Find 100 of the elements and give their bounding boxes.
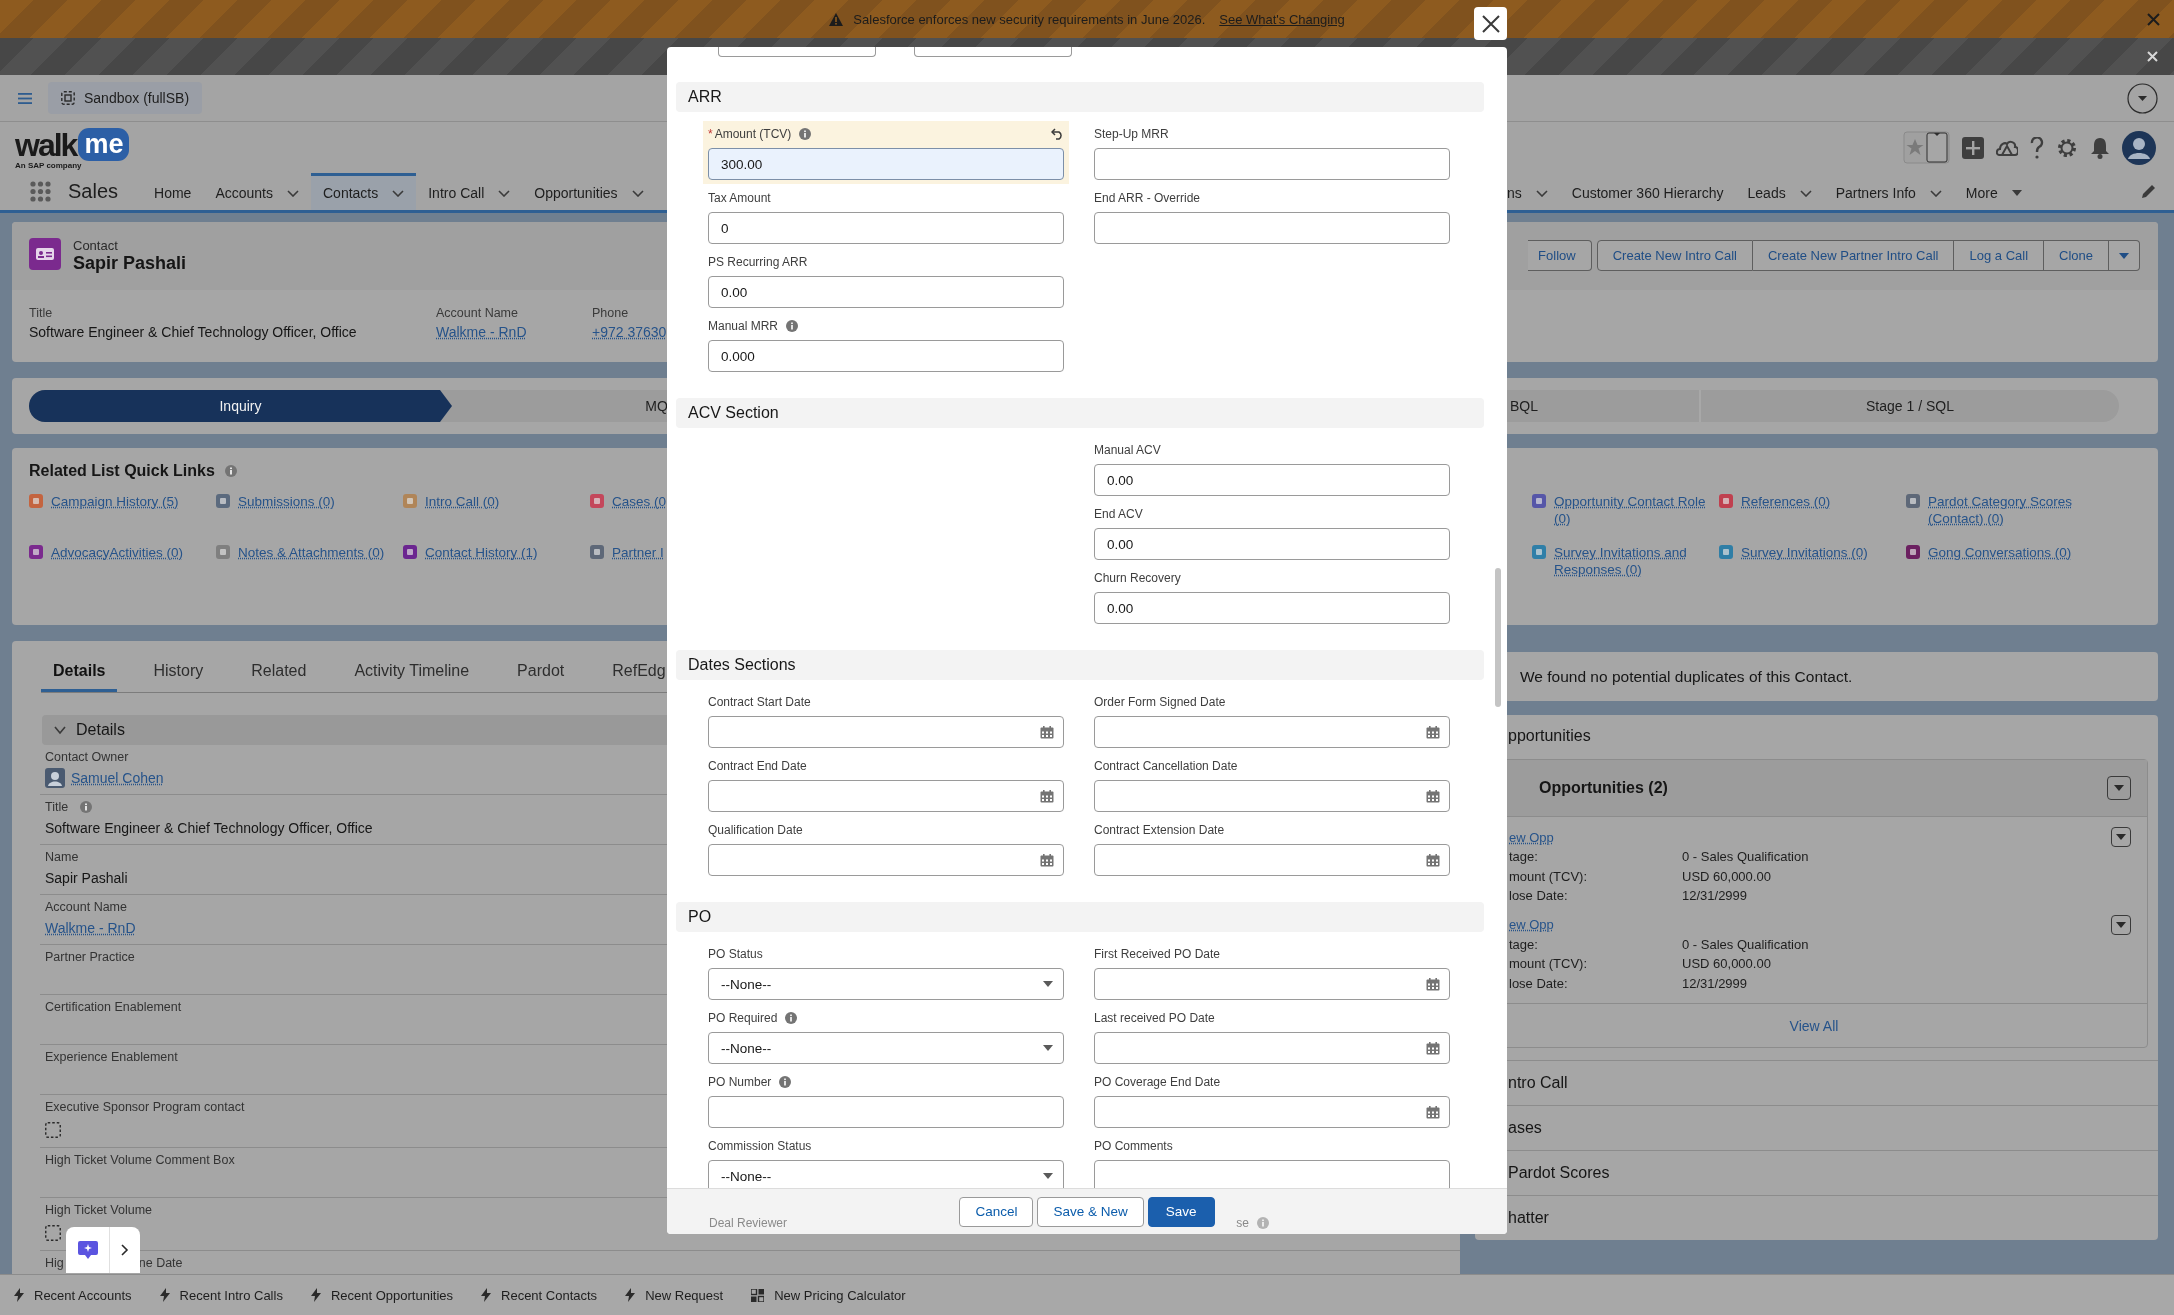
- related-list-link[interactable]: Pardot Category Scores (Contact) (0): [1928, 493, 2080, 527]
- input-field[interactable]: [708, 1096, 1064, 1128]
- more-actions-button[interactable]: [2109, 240, 2140, 271]
- chevron-down-icon[interactable]: [631, 189, 644, 197]
- date-field[interactable]: [1094, 780, 1450, 812]
- related-list-link[interactable]: AdvocacyActivities (0): [51, 544, 184, 561]
- record-link[interactable]: ew Opp: [1509, 829, 1554, 845]
- input-field[interactable]: [1094, 212, 1450, 244]
- related-list-link[interactable]: Intro Call (0): [425, 493, 500, 510]
- chevron-down-icon[interactable]: [1929, 189, 1942, 197]
- nav-tab[interactable]: Home: [142, 173, 204, 210]
- record-link[interactable]: ew Opp: [1509, 917, 1554, 932]
- related-list-link[interactable]: Notes & Attachments (0): [238, 544, 385, 561]
- action-button[interactable]: Log a Call: [1954, 240, 2045, 271]
- app-launcher-icon[interactable]: [30, 181, 51, 202]
- calendar-icon[interactable]: [1426, 1041, 1440, 1055]
- related-list-link[interactable]: Cases (0: [612, 493, 667, 510]
- related-list-link[interactable]: Campaign History (5): [51, 493, 179, 510]
- related-list-link[interactable]: Gong Conversations (0): [1928, 544, 2072, 561]
- edit-icon[interactable]: [2141, 184, 2156, 199]
- caret-icon[interactable]: [1043, 981, 1053, 987]
- utility-item[interactable]: Recent Intro Calls: [159, 1287, 283, 1303]
- footer-button[interactable]: Cancel: [959, 1196, 1034, 1227]
- input-field[interactable]: [914, 47, 1072, 57]
- date-field[interactable]: [708, 844, 1064, 876]
- path-stage[interactable]: Inquiry: [29, 390, 452, 422]
- input-field[interactable]: 0.00: [708, 276, 1064, 308]
- action-button[interactable]: Follow: [1528, 240, 1592, 271]
- chevron-down-icon[interactable]: [498, 189, 511, 197]
- undo-icon[interactable]: [1051, 128, 1064, 140]
- field-link[interactable]: Walkme - RnD: [436, 324, 592, 340]
- caret-icon[interactable]: [1043, 1173, 1053, 1179]
- utility-item[interactable]: New Request: [625, 1287, 724, 1303]
- assistant-launcher[interactable]: [66, 1227, 140, 1273]
- calendar-icon[interactable]: [1040, 725, 1054, 739]
- tab[interactable]: Related: [239, 641, 319, 692]
- dropdown-button[interactable]: [2111, 827, 2131, 847]
- sandbox-button[interactable]: Sandbox (fullSB): [48, 82, 203, 114]
- calendar-icon[interactable]: [1426, 725, 1440, 739]
- caret-icon[interactable]: [2116, 921, 2126, 928]
- nav-tab[interactable]: Leads: [1735, 173, 1824, 210]
- related-list-link[interactable]: Opportunity Contact Role (0): [1554, 493, 1706, 527]
- utility-item[interactable]: New Pricing Calculator: [751, 1287, 906, 1303]
- caret-icon[interactable]: [1043, 1045, 1053, 1051]
- calendar-icon[interactable]: [1426, 789, 1440, 803]
- input-field[interactable]: [1094, 148, 1450, 180]
- input-field[interactable]: 0.00: [1094, 464, 1450, 496]
- related-list-link[interactable]: Survey Invitations (0): [1741, 544, 1868, 561]
- utility-item[interactable]: Recent Opportunities: [310, 1287, 453, 1303]
- action-button[interactable]: Create New Partner Intro Call: [1752, 240, 1955, 271]
- calendar-icon[interactable]: [1426, 853, 1440, 867]
- add-icon[interactable]: [1962, 136, 1984, 159]
- help-icon[interactable]: [2030, 136, 2044, 159]
- avatar-icon[interactable]: [2122, 130, 2156, 165]
- related-list-link[interactable]: Submissions (0): [238, 493, 335, 510]
- calendar-icon[interactable]: [1040, 789, 1054, 803]
- input-field[interactable]: 300.00: [708, 148, 1064, 180]
- dropdown-button[interactable]: [2107, 776, 2131, 800]
- caret-icon[interactable]: [2119, 252, 2129, 259]
- nav-tab[interactable]: Opportunities: [522, 173, 656, 210]
- favorites-icon[interactable]: [1903, 131, 1950, 164]
- date-field[interactable]: [708, 716, 1064, 748]
- date-field[interactable]: [1094, 1096, 1450, 1128]
- calendar-icon[interactable]: [1040, 853, 1054, 867]
- checkbox[interactable]: [45, 1224, 61, 1241]
- input-field[interactable]: [718, 47, 876, 57]
- date-field[interactable]: [1094, 716, 1450, 748]
- chevron-down-icon[interactable]: [287, 189, 299, 197]
- input-field[interactable]: 0.00: [1094, 528, 1450, 560]
- save-button[interactable]: Save: [1147, 1196, 1215, 1227]
- calendar-icon[interactable]: [1426, 1105, 1440, 1119]
- date-field[interactable]: [1094, 844, 1450, 876]
- nav-tab[interactable]: Partners Info: [1823, 173, 1954, 210]
- chevron-down-icon[interactable]: [1799, 189, 1812, 197]
- date-field[interactable]: [708, 780, 1064, 812]
- dropdown-button[interactable]: [2111, 914, 2131, 935]
- utility-item[interactable]: Recent Contacts: [481, 1287, 598, 1303]
- settings-icon[interactable]: [2056, 136, 2078, 159]
- user-link[interactable]: Samuel Cohen: [71, 767, 164, 789]
- calendar-icon[interactable]: [1426, 977, 1440, 991]
- related-list-link[interactable]: Survey Invitations and Responses (0): [1554, 544, 1706, 578]
- related-list-link[interactable]: Contact History (1): [425, 544, 538, 561]
- nav-tab[interactable]: More: [1953, 173, 2034, 210]
- nav-tab[interactable]: Accounts: [203, 173, 311, 210]
- notifications-icon[interactable]: [2090, 136, 2110, 159]
- dropdown-icon[interactable]: [2127, 82, 2158, 114]
- chevron-down-icon[interactable]: [1535, 189, 1548, 197]
- menu-icon[interactable]: [18, 92, 32, 104]
- related-list-link[interactable]: References (0): [1741, 493, 1831, 510]
- picklist[interactable]: --None--: [708, 1160, 1064, 1188]
- nav-tab[interactable]: Customer 360 Hierarchy: [1559, 173, 1736, 210]
- nav-tab[interactable]: ns: [1495, 173, 1560, 210]
- footer-button[interactable]: Save & New: [1037, 1196, 1144, 1227]
- close-icon[interactable]: [1481, 14, 1500, 33]
- tab[interactable]: Details: [41, 641, 118, 692]
- caret-icon[interactable]: [2116, 834, 2126, 840]
- tab[interactable]: Activity Timeline: [342, 641, 482, 692]
- input-field[interactable]: 0: [708, 212, 1064, 244]
- related-list-link[interactable]: Partner I: [612, 544, 664, 561]
- caret-icon[interactable]: [2011, 190, 2022, 196]
